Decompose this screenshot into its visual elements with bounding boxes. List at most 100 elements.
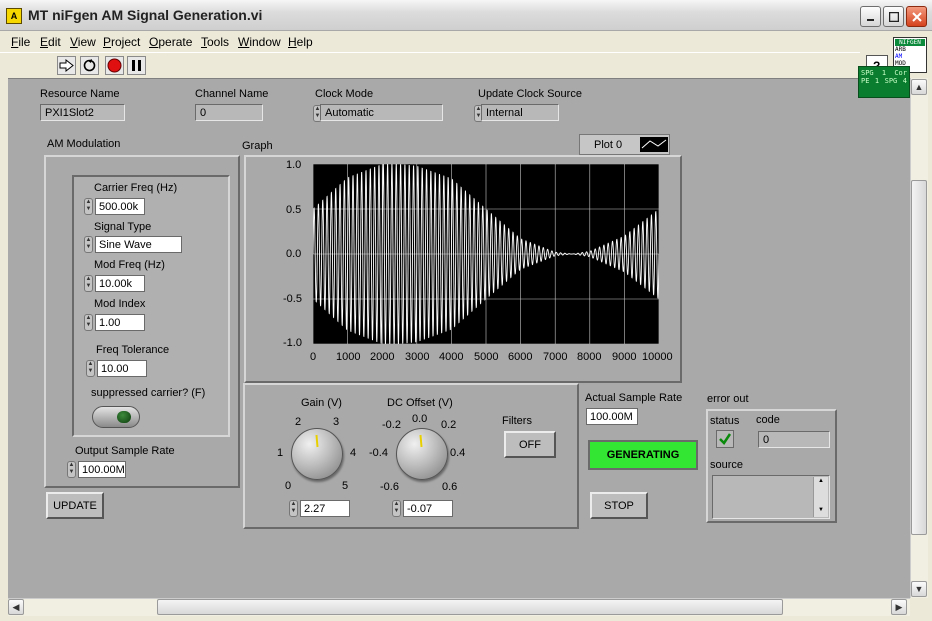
arrow-left-icon: ◀ — [12, 601, 20, 612]
pause-button[interactable] — [127, 56, 146, 75]
freq-tolerance-label: Freq Tolerance — [96, 344, 170, 356]
run-continuously-icon — [83, 59, 96, 72]
gain-input[interactable]: 2.27 — [300, 500, 350, 517]
labview-vi-icon[interactable]: A — [6, 8, 22, 24]
stop-button[interactable]: STOP — [590, 492, 648, 519]
menu-project[interactable]: Project — [103, 35, 140, 49]
suppressed-carrier-toggle[interactable] — [92, 406, 140, 428]
signal-type-select[interactable]: Sine Wave — [95, 236, 182, 253]
horizontal-scroll-thumb[interactable] — [157, 599, 783, 615]
resource-name-field[interactable]: PXI1Slot2 — [40, 104, 125, 121]
filters-toggle-button[interactable]: OFF — [504, 431, 556, 458]
dc-offset-label: DC Offset (V) — [387, 397, 453, 409]
dc-offset-knob[interactable] — [396, 428, 448, 480]
y-tick-label: -1.0 — [283, 337, 302, 349]
gain-scale-label: 3 — [333, 416, 340, 428]
graph-plot-area[interactable] — [312, 163, 660, 345]
gain-scale-label: 0 — [285, 480, 292, 492]
signal-type-spinner[interactable]: ▲ ▼ — [84, 236, 93, 253]
y-tick-label: -0.5 — [283, 293, 302, 305]
menu-edit[interactable]: Edit — [40, 35, 61, 49]
mod-freq-spinner[interactable]: ▲ ▼ — [84, 275, 93, 292]
graph-label: Graph — [242, 140, 273, 152]
x-tick-label: 0 — [310, 351, 317, 363]
arrow-down-icon: ▼ — [914, 584, 924, 594]
scroll-up-icon: ▲ — [818, 478, 824, 484]
dc-offset-scale-label: -0.2 — [382, 419, 401, 431]
output-sample-rate-spinner[interactable]: ▲ ▼ — [67, 461, 76, 478]
plot-legend-label: Plot 0 — [594, 139, 623, 151]
mod-index-input[interactable]: 1.00 — [95, 314, 145, 331]
output-sample-rate-input[interactable]: 100.00M — [78, 461, 126, 478]
suppressed-carrier-label: suppressed carrier? (F) — [91, 387, 206, 399]
dc-offset-spinner[interactable]: ▲ ▼ — [392, 500, 401, 517]
menu-operate[interactable]: Operate — [149, 35, 192, 49]
graph-plot-svg — [312, 163, 660, 345]
menu-help[interactable]: Help — [288, 35, 313, 49]
scroll-up-button[interactable]: ▲ — [911, 79, 927, 95]
minimize-button[interactable] — [860, 6, 881, 27]
plot-line-style-icon — [640, 137, 668, 152]
arrow-up-icon: ▲ — [914, 82, 924, 92]
gain-spinner[interactable]: ▲ ▼ — [289, 500, 298, 517]
dc-offset-scale-label: 0.0 — [412, 413, 428, 425]
window-title: MT niFgen AM Signal Generation.vi — [28, 7, 263, 23]
x-tick-label: 8000 — [577, 351, 602, 363]
dc-offset-input[interactable]: -0.07 — [403, 500, 453, 517]
error-code-label: code — [756, 414, 780, 426]
update-button[interactable]: UPDATE — [46, 492, 104, 519]
freq-tolerance-spinner[interactable]: ▲ ▼ — [86, 360, 95, 377]
connector-label: PE — [861, 77, 870, 85]
x-tick-label: 10000 — [642, 351, 673, 363]
update-clock-source-field[interactable]: Internal — [481, 104, 559, 121]
led-off-icon — [117, 411, 131, 423]
close-icon — [911, 11, 922, 22]
dc-offset-scale-label: 0.4 — [450, 447, 466, 459]
run-continuously-button[interactable] — [80, 56, 99, 75]
vi-icon-line: ARB — [895, 46, 906, 53]
error-source-scrollbar[interactable]: ▲ ▼ — [813, 477, 828, 517]
menu-tools[interactable]: Tools — [201, 35, 229, 49]
scroll-right-button[interactable]: ▶ — [891, 599, 907, 615]
menu-file[interactable]: File — [11, 35, 30, 49]
maximize-button[interactable] — [883, 6, 904, 27]
connector-label: 4 — [902, 77, 907, 85]
clock-mode-field[interactable]: Automatic — [320, 104, 443, 121]
actual-sample-rate-label: Actual Sample Rate — [585, 392, 683, 404]
x-tick-label: 7000 — [543, 351, 568, 363]
scroll-down-button[interactable]: ▼ — [911, 581, 927, 597]
error-source-label: source — [710, 459, 744, 471]
y-tick-label: 0.5 — [286, 204, 302, 216]
maximize-icon — [888, 11, 899, 22]
run-button[interactable] — [57, 56, 76, 75]
channel-name-field[interactable]: 0 — [195, 104, 263, 121]
vertical-scroll-thumb[interactable] — [911, 180, 927, 535]
freq-tolerance-input[interactable]: 10.00 — [97, 360, 147, 377]
knob-pointer — [315, 434, 319, 448]
carrier-freq-label: Carrier Freq (Hz) — [94, 182, 178, 194]
signal-type-label: Signal Type — [94, 221, 152, 233]
arrow-right-icon: ▶ — [895, 601, 903, 612]
connector-label: 1 — [881, 69, 887, 77]
menu-view[interactable]: View — [70, 35, 96, 49]
error-code-indicator: 0 — [758, 431, 830, 448]
mod-index-spinner[interactable]: ▲ ▼ — [84, 314, 93, 331]
gain-knob[interactable] — [291, 428, 343, 480]
dc-offset-scale-label: -0.4 — [369, 447, 388, 459]
dc-offset-scale-label: 0.6 — [442, 481, 458, 493]
plot-legend[interactable]: Plot 0 — [579, 134, 670, 155]
update-clock-source-label: Update Clock Source — [478, 88, 582, 100]
scroll-left-button[interactable]: ◀ — [8, 599, 24, 615]
x-tick-label: 3000 — [405, 351, 430, 363]
menu-window[interactable]: Window — [238, 35, 281, 49]
vi-icon-line: NIFGEN — [895, 39, 925, 46]
knob-pointer — [419, 434, 423, 448]
actual-sample-rate-indicator: 100.00M — [586, 408, 638, 425]
checkmark-icon — [719, 433, 732, 445]
mod-freq-input[interactable]: 10.00k — [95, 275, 145, 292]
abort-button[interactable] — [105, 56, 124, 75]
close-button[interactable] — [906, 6, 927, 27]
y-tick-label: 1.0 — [286, 159, 302, 171]
carrier-freq-spinner[interactable]: ▲ ▼ — [84, 198, 93, 215]
carrier-freq-input[interactable]: 500.00k — [95, 198, 145, 215]
